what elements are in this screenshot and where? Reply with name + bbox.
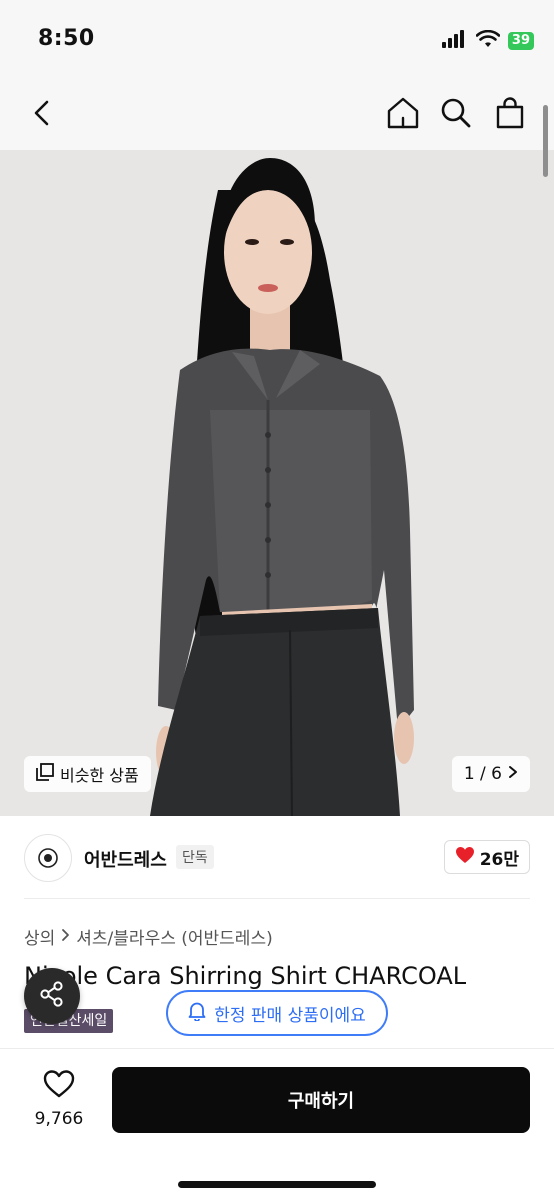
shopping-bag-icon — [495, 97, 525, 133]
signal-icon — [441, 30, 468, 52]
heart-outline-icon — [43, 1069, 75, 1103]
product-photo — [0, 150, 554, 816]
home-icon — [386, 96, 420, 134]
image-counter[interactable]: 1 / 6 — [451, 756, 530, 792]
chevron-right-icon — [508, 764, 518, 784]
status-icons: 39 — [441, 29, 534, 52]
like-button[interactable]: 26만 — [443, 840, 530, 874]
limited-sale-label: 한정 판매 상품이에요 — [214, 1005, 366, 1026]
share-icon — [38, 980, 66, 1012]
divider — [24, 898, 530, 899]
limited-sale-notice: 한정 판매 상품이에요 — [166, 990, 388, 1036]
seller-row: 어반드레스 단독 26만 — [0, 816, 554, 900]
status-bar: 8:50 39 — [0, 0, 554, 80]
product-title: Nicole Cara Shirring Shirt CHARCOAL — [24, 962, 467, 990]
battery-indicator: 39 — [507, 32, 534, 50]
search-icon — [440, 97, 472, 133]
bottom-action-bar: 9,766 구매하기 — [0, 1048, 554, 1200]
wishlist-count: 9,766 — [34, 1109, 84, 1129]
breadcrumb-subcategory[interactable]: 셔츠/블라우스 (어반드레스) — [76, 924, 272, 949]
heart-filled-icon — [455, 846, 475, 869]
buy-button[interactable]: 구매하기 — [112, 1067, 530, 1133]
similar-products-label: 비슷한 상품 — [60, 766, 139, 785]
exclusive-badge: 단독 — [176, 845, 214, 869]
navigation-bar — [0, 80, 554, 150]
share-button[interactable] — [24, 968, 80, 1024]
similar-products-button[interactable]: 비슷한 상품 — [24, 756, 151, 792]
scroll-indicator[interactable] — [543, 105, 548, 177]
breadcrumb-category[interactable]: 상의 — [24, 924, 55, 949]
back-button[interactable] — [20, 93, 64, 137]
wishlist-button[interactable]: 9,766 — [24, 1069, 94, 1139]
brand-name[interactable]: 어반드레스 — [84, 846, 167, 872]
cart-button[interactable] — [488, 93, 532, 137]
breadcrumb: 상의 셔츠/블라우스 (어반드레스) — [24, 924, 273, 949]
chevron-left-icon — [32, 99, 52, 131]
copy-icon — [36, 763, 54, 785]
like-count: 26만 — [479, 849, 519, 870]
status-time: 8:50 — [38, 26, 95, 51]
home-button[interactable] — [381, 93, 425, 137]
image-counter-label: 1 / 6 — [463, 764, 502, 784]
wifi-icon — [475, 29, 501, 52]
search-button[interactable] — [434, 93, 478, 137]
chevron-right-icon — [61, 927, 70, 947]
brand-logo[interactable] — [24, 834, 72, 882]
home-indicator — [178, 1181, 376, 1188]
product-detail-page: 8:50 39 비슷한 상품 1 / 6 어반드레스 단독 26만 상의 셔츠/… — [0, 0, 554, 1200]
product-image-carousel[interactable]: 비슷한 상품 1 / 6 — [0, 150, 554, 816]
bell-icon — [188, 1001, 206, 1026]
